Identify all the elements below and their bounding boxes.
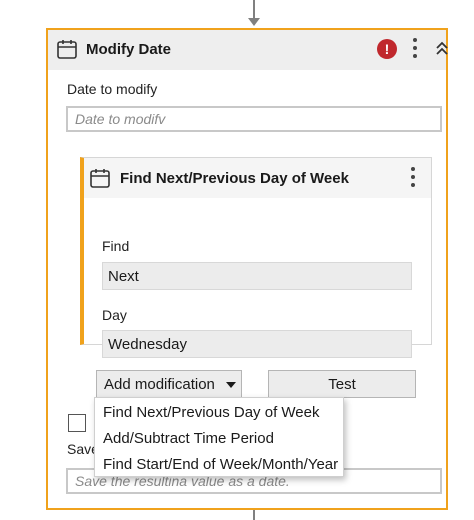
activity-title: Modify Date — [86, 41, 172, 58]
checkbox[interactable] — [68, 414, 86, 432]
test-button[interactable]: Test — [268, 370, 416, 398]
date-to-modify-placeholder: Date to modifv — [75, 111, 166, 127]
sub-activity-header[interactable]: Find Next/Previous Day of Week — [84, 158, 431, 198]
menu-item-find-start-end[interactable]: Find Start/End of Week/Month/Year — [103, 456, 338, 473]
day-value: Wednesday — [108, 336, 187, 353]
add-modification-button[interactable]: Add modification — [96, 370, 242, 398]
find-field[interactable]: Next — [102, 262, 412, 290]
day-label: Day — [102, 307, 127, 323]
date-to-modify-label: Date to modify — [67, 81, 158, 97]
error-icon[interactable]: ! — [377, 39, 397, 59]
calendar-icon — [57, 40, 77, 59]
menu-item-add-subtract-time-period[interactable]: Add/Subtract Time Period — [103, 430, 274, 447]
activity-header[interactable]: Modify Date ! — [48, 30, 449, 70]
menu-item-find-next-previous-day[interactable]: Find Next/Previous Day of Week — [103, 404, 319, 421]
sub-activity-title: Find Next/Previous Day of Week — [120, 170, 349, 187]
add-modification-menu[interactable]: Find Next/Previous Day of Week Add/Subtr… — [94, 397, 344, 477]
connector-arrow-icon — [248, 18, 260, 26]
connector-line-bottom — [253, 510, 255, 520]
collapse-icon[interactable] — [435, 39, 449, 59]
date-to-modify-input[interactable]: Date to modifv — [66, 106, 442, 132]
find-value: Next — [108, 268, 139, 285]
add-modification-label: Add modification — [104, 376, 215, 393]
day-field[interactable]: Wednesday — [102, 330, 412, 358]
more-options-icon[interactable] — [410, 167, 416, 189]
find-label: Find — [102, 238, 130, 254]
connector-line-top — [253, 0, 255, 20]
more-options-icon[interactable] — [412, 38, 418, 60]
find-day-of-week-activity[interactable]: Find Next/Previous Day of Week Find Next… — [80, 157, 432, 358]
test-button-label: Test — [328, 376, 356, 393]
chevron-down-icon — [226, 382, 236, 388]
calendar-icon — [90, 169, 110, 188]
